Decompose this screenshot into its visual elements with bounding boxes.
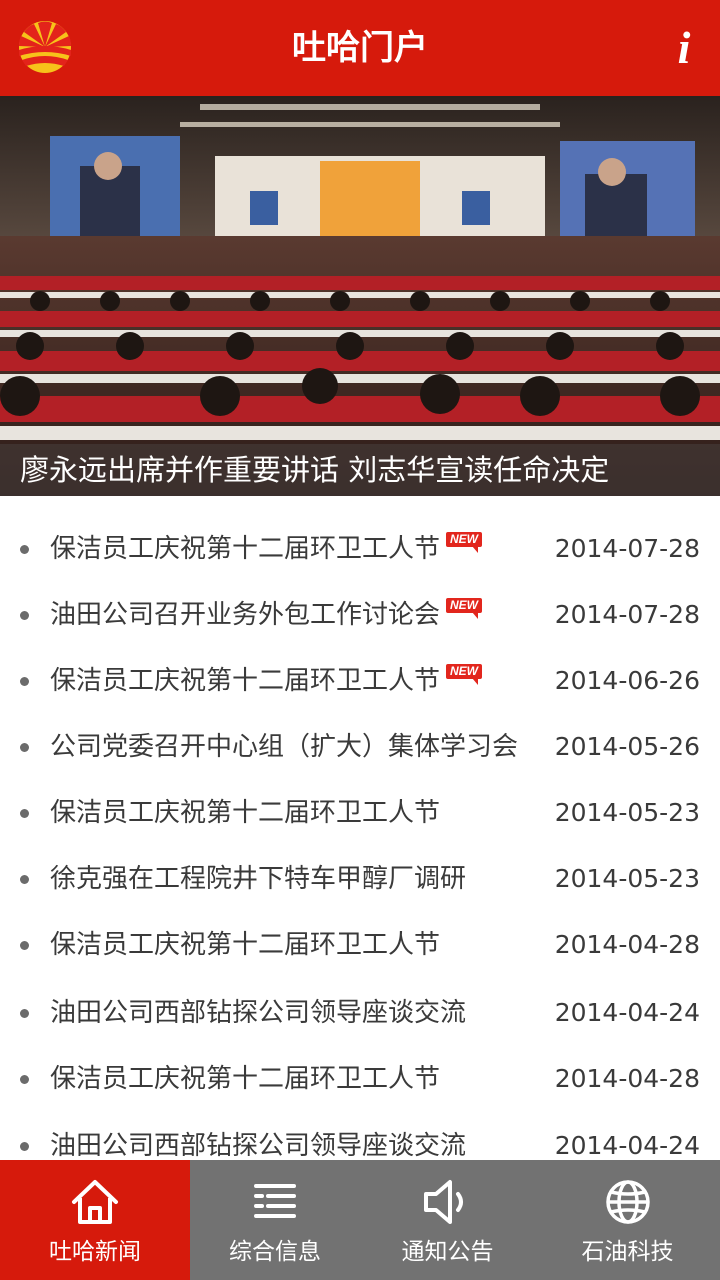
bullet-icon [20, 743, 29, 752]
news-title: 油田公司西部钻探公司领导座谈交流 [50, 998, 467, 1028]
news-title: 保洁员工庆祝第十二届环卫工人节 NEW [50, 516, 483, 582]
list-item[interactable]: 保洁员工庆祝第十二届环卫工人节 2014-04-28 [0, 912, 720, 978]
news-title: 油田公司西部钻探公司领导座谈交流 [50, 1131, 467, 1160]
tab-label: 吐哈新闻 [49, 1239, 141, 1265]
bullet-icon [20, 875, 29, 884]
news-date: 2014-04-24 [554, 1131, 700, 1160]
banner-image [0, 96, 720, 496]
banner-carousel[interactable]: 廖永远出席并作重要讲话 刘志华宣读任命决定 [0, 96, 720, 496]
list-item[interactable]: 保洁员工庆祝第十二届环卫工人节 2014-04-28 [0, 1046, 720, 1112]
news-date: 2014-07-28 [554, 534, 700, 563]
list-item[interactable]: 徐克强在工程院井下特车甲醇厂调研 2014-05-23 [0, 846, 720, 912]
news-date: 2014-06-26 [554, 666, 700, 695]
news-title: 保洁员工庆祝第十二届环卫工人节 [50, 1064, 441, 1094]
speaker-icon [423, 1180, 463, 1224]
tab-petroleum-tech[interactable]: 石油科技 [535, 1160, 720, 1280]
bullet-icon [20, 1075, 29, 1084]
list-item[interactable]: 公司党委召开中心组（扩大）集体学习会 2014-05-26 [0, 714, 720, 780]
news-title: 徐克强在工程院井下特车甲醇厂调研 [50, 864, 467, 894]
news-date: 2014-04-24 [554, 998, 700, 1027]
news-title: 保洁员工庆祝第十二届环卫工人节 NEW [50, 648, 483, 714]
list-item[interactable]: 保洁员工庆祝第十二届环卫工人节 NEW 2014-06-26 [0, 648, 720, 714]
list-item[interactable]: 油田公司召开业务外包工作讨论会 NEW 2014-07-28 [0, 582, 720, 648]
bullet-icon [20, 809, 29, 818]
tab-label: 石油科技 [581, 1239, 674, 1265]
page-title: 吐哈门户 [292, 28, 428, 68]
bullet-icon [20, 545, 29, 554]
bullet-icon [20, 941, 29, 950]
news-date: 2014-04-28 [554, 930, 700, 959]
list-item[interactable]: 保洁员工庆祝第十二届环卫工人节 NEW 2014-07-28 [0, 516, 720, 582]
tab-label: 综合信息 [229, 1239, 321, 1265]
news-date: 2014-05-26 [554, 732, 700, 761]
list-icon [254, 1184, 296, 1218]
banner-caption-bar: 廖永远出席并作重要讲话 刘志华宣读任命决定 [0, 444, 720, 496]
list-item[interactable]: 油田公司西部钻探公司领导座谈交流 2014-04-24 [0, 1113, 720, 1160]
info-icon[interactable]: i [662, 20, 706, 76]
news-date: 2014-05-23 [554, 798, 700, 827]
news-title: 公司党委召开中心组（扩大）集体学习会 [50, 732, 519, 762]
news-date: 2014-07-28 [554, 600, 700, 629]
news-date: 2014-05-23 [554, 864, 700, 893]
news-title: 保洁员工庆祝第十二届环卫工人节 [50, 930, 441, 960]
news-list: 保洁员工庆祝第十二届环卫工人节 NEW 2014-07-28 油田公司召开业务外包… [0, 496, 720, 1160]
app-header: 吐哈门户 i [0, 0, 720, 96]
bullet-icon [20, 611, 29, 620]
tab-general-info[interactable]: 综合信息 [190, 1160, 360, 1280]
list-item[interactable]: 保洁员工庆祝第十二届环卫工人节 2014-05-23 [0, 780, 720, 846]
home-icon [72, 1180, 118, 1224]
bottom-tab-bar: 吐哈新闻 综合信息 通知公告 石油科技 [0, 1160, 720, 1280]
news-date: 2014-04-28 [554, 1064, 700, 1093]
list-item[interactable]: 油田公司西部钻探公司领导座谈交流 2014-04-24 [0, 980, 720, 1046]
bullet-icon [20, 1142, 29, 1151]
banner-caption[interactable]: 廖永远出席并作重要讲话 刘志华宣读任命决定 [20, 444, 609, 496]
tab-notices[interactable]: 通知公告 [360, 1160, 535, 1280]
bullet-icon [20, 1009, 29, 1018]
news-title: 保洁员工庆祝第十二届环卫工人节 [50, 798, 441, 828]
globe-icon [605, 1180, 650, 1224]
new-badge: NEW [446, 664, 483, 685]
new-badge: NEW [446, 598, 483, 619]
news-title: 油田公司召开业务外包工作讨论会 NEW [50, 582, 483, 648]
new-badge: NEW [446, 532, 483, 553]
bullet-icon [20, 677, 29, 686]
tab-label: 通知公告 [401, 1239, 494, 1265]
tab-tuha-news[interactable]: 吐哈新闻 [0, 1160, 190, 1280]
